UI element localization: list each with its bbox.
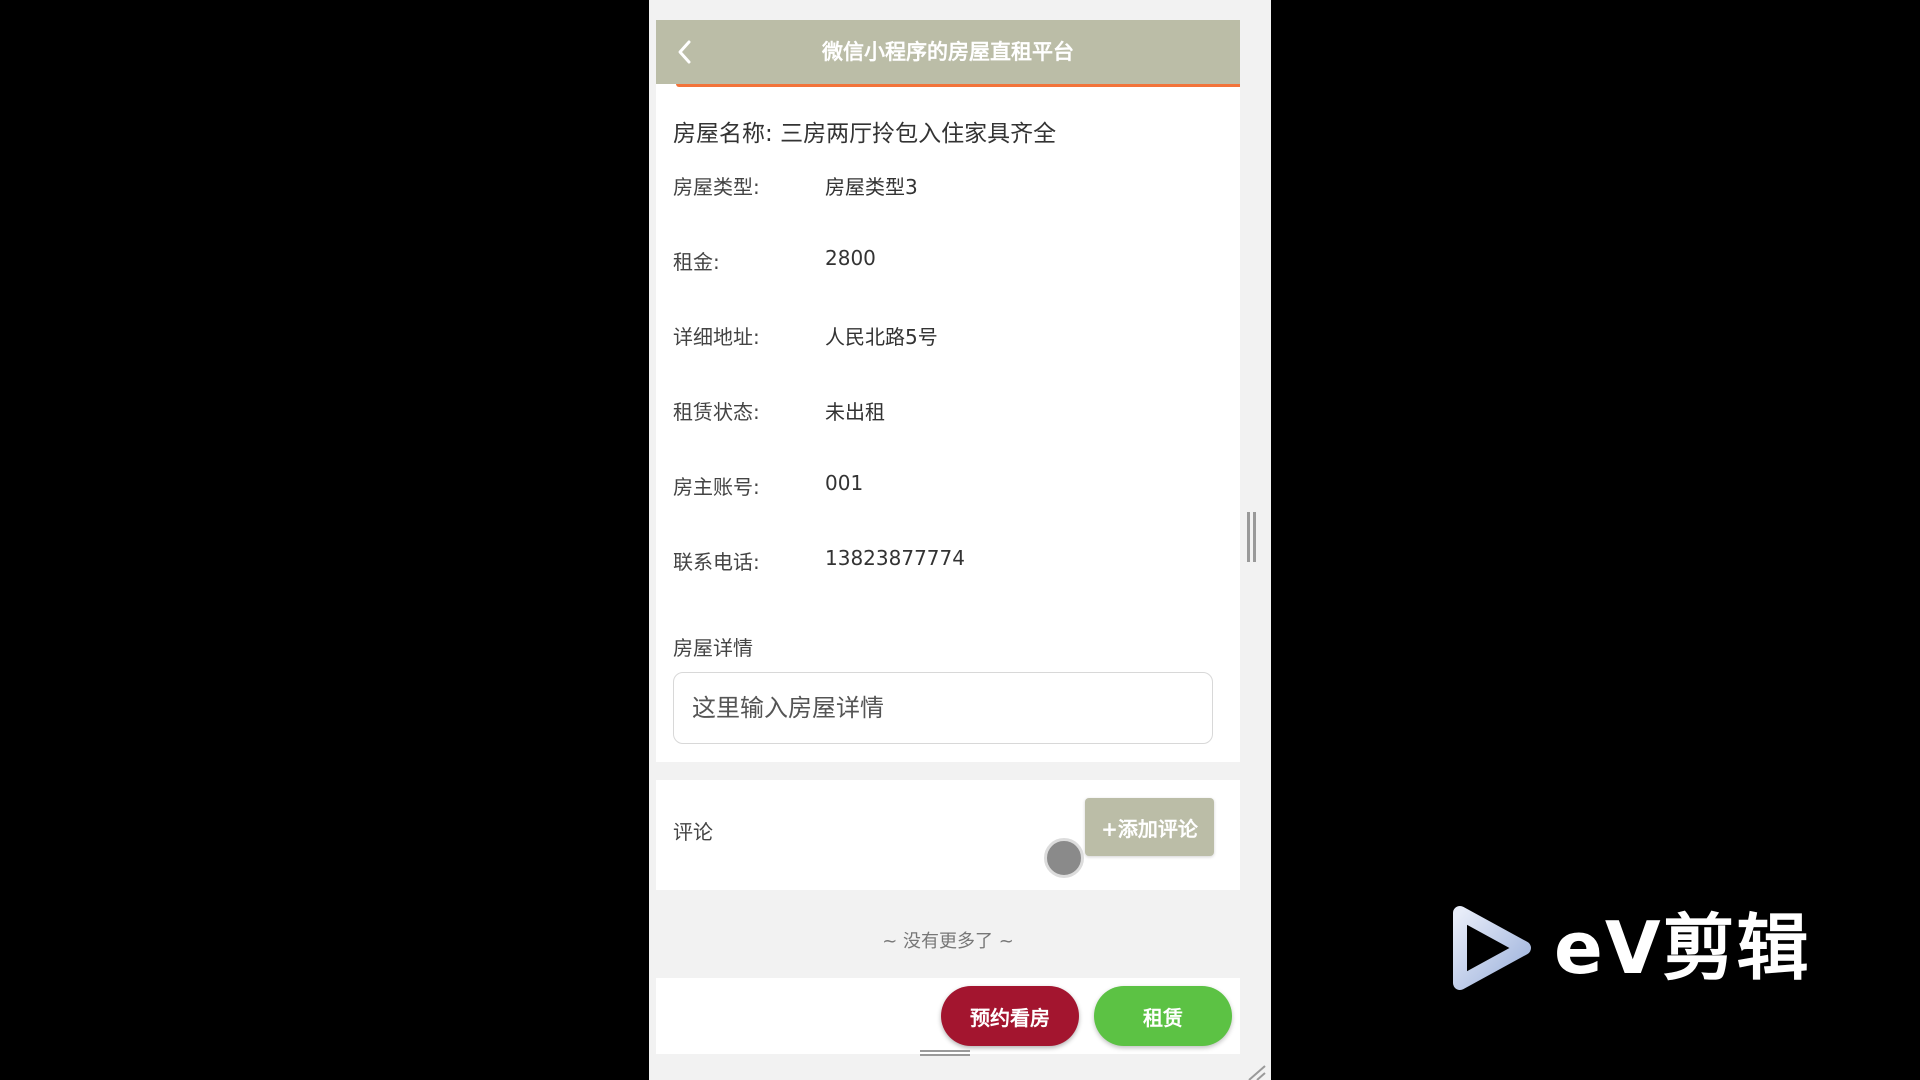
field-value: 2800 (825, 246, 876, 270)
phone-frame: 微信小程序的房屋直租平台 房屋名称: 三房两厅拎包入住家具齐全 房屋类型: 房屋… (649, 0, 1271, 1080)
field-row-address: 详细地址: 人民北路5号 (673, 321, 1233, 351)
house-info-card: 房屋名称: 三房两厅拎包入住家具齐全 房屋类型: 房屋类型3 租金: 2800 … (656, 88, 1240, 620)
video-frame: 微信小程序的房屋直租平台 房屋名称: 三房两厅拎包入住家具齐全 房屋类型: 房屋… (0, 0, 1920, 1080)
field-row-rent: 租金: 2800 (673, 246, 1233, 276)
field-value: 未出租 (825, 400, 885, 424)
page-title: 微信小程序的房屋直租平台 (822, 40, 1074, 64)
field-value: 房屋类型3 (825, 175, 918, 199)
field-label: 房主账号: (673, 475, 760, 499)
field-label: 联系电话: (673, 550, 760, 574)
house-name: 房屋名称: 三房两厅拎包入住家具齐全 (673, 114, 1056, 148)
appointment-button[interactable]: 预约看房 (941, 986, 1079, 1046)
home-indicator (920, 1050, 970, 1056)
rent-button[interactable]: 租赁 (1094, 986, 1232, 1046)
details-input[interactable] (673, 672, 1213, 744)
field-row-status: 租赁状态: 未出租 (673, 396, 1233, 426)
field-label: 房屋类型: (673, 175, 760, 199)
house-name-value: 三房两厅拎包入住家具齐全 (780, 121, 1057, 147)
field-row-phone: 联系电话: 13823877774 (673, 546, 1233, 576)
play-logo-icon (1450, 905, 1532, 991)
field-row-type: 房屋类型: 房屋类型3 (673, 171, 1233, 201)
watermark-text: eV剪辑 (1554, 906, 1811, 990)
field-label: 租赁状态: (673, 400, 760, 424)
field-label: 详细地址: (673, 325, 760, 349)
nav-bar: 微信小程序的房屋直租平台 (656, 20, 1240, 84)
bottom-action-bar: 预约看房 租赁 (656, 978, 1240, 1054)
field-value: 001 (825, 471, 864, 495)
mini-program-screen: 微信小程序的房屋直租平台 房屋名称: 三房两厅拎包入住家具齐全 房屋类型: 房屋… (656, 20, 1240, 1080)
scroll-handle[interactable] (1246, 512, 1257, 562)
field-value: 13823877774 (825, 546, 965, 570)
house-details-card: 房屋详情 (656, 614, 1240, 762)
comments-card: 评论 +添加评论 (656, 780, 1240, 890)
add-comment-button[interactable]: +添加评论 (1085, 798, 1214, 856)
resize-grip-icon[interactable] (1245, 1062, 1267, 1080)
no-more-text: ~ 没有更多了 ~ (882, 931, 1014, 952)
house-name-label: 房屋名称: (673, 121, 773, 147)
details-label: 房屋详情 (673, 636, 753, 660)
touch-indicator (1044, 838, 1084, 878)
ev-watermark: eV剪辑 (1450, 905, 1830, 995)
field-label: 租金: (673, 250, 720, 274)
field-row-owner: 房主账号: 001 (673, 471, 1233, 501)
field-value: 人民北路5号 (825, 325, 938, 349)
comments-label: 评论 (673, 820, 713, 844)
